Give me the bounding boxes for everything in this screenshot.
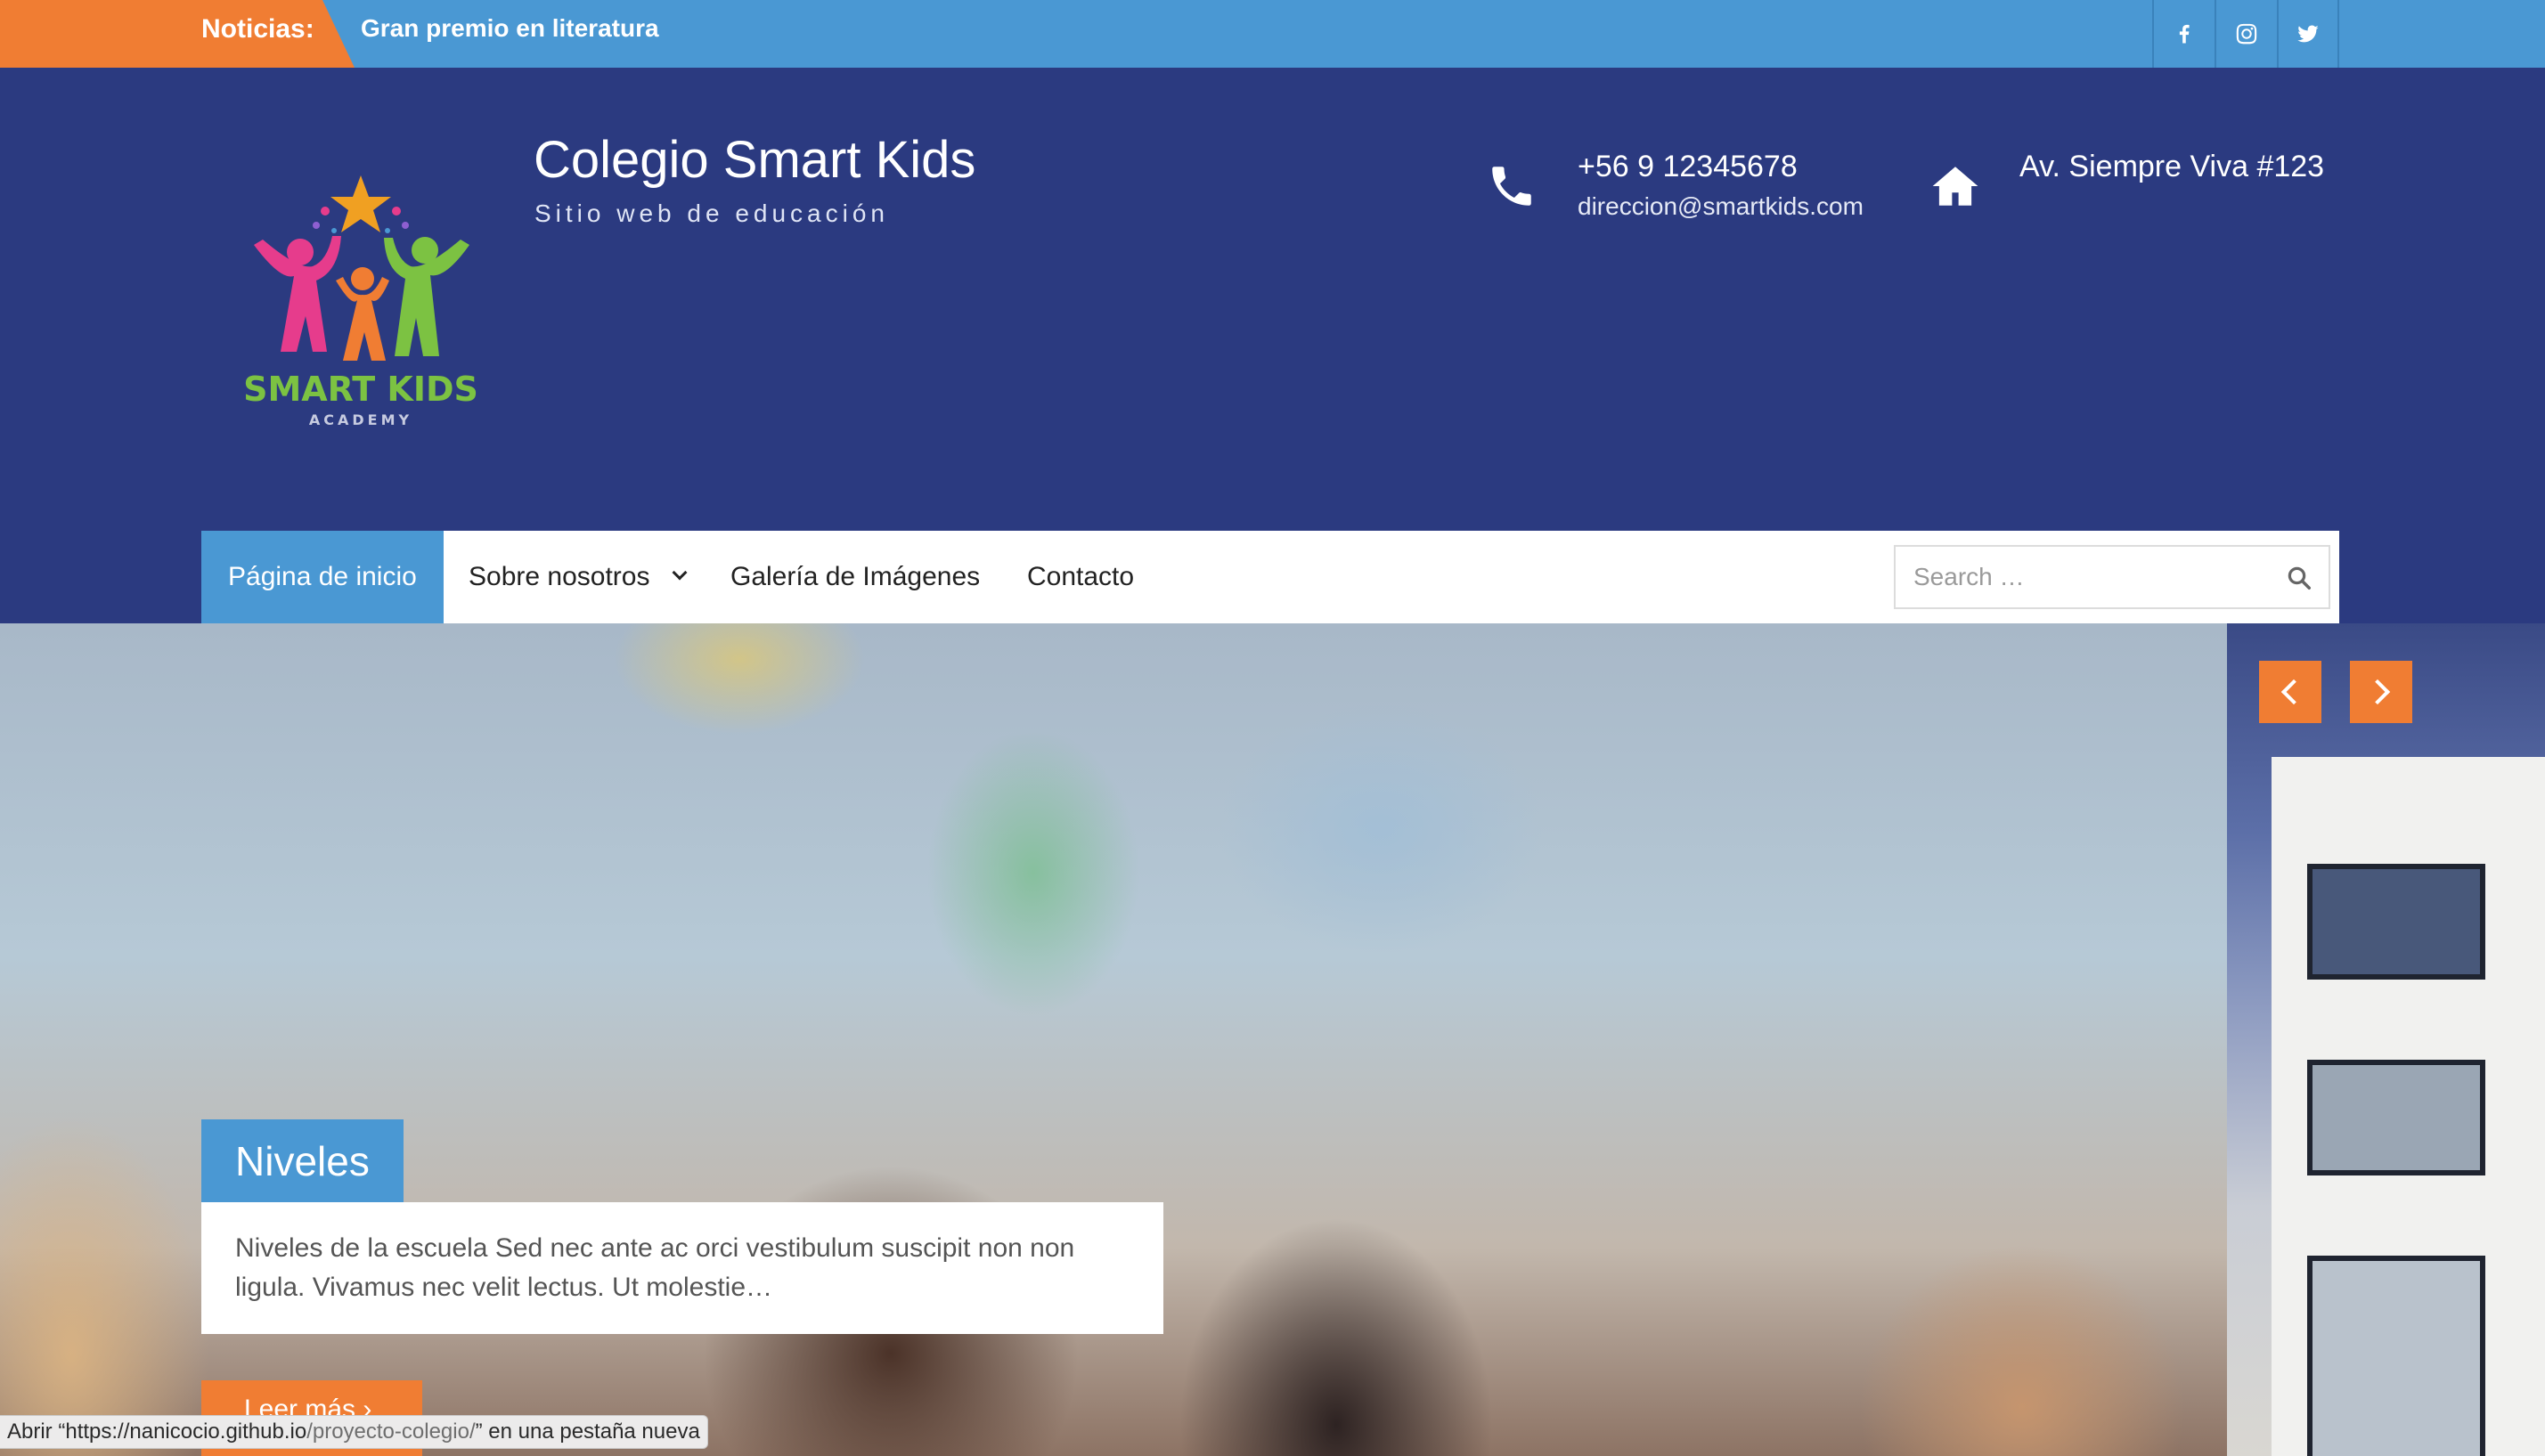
building-image bbox=[2272, 757, 2545, 1456]
next-slide-preview bbox=[2227, 623, 2545, 1456]
instagram-link[interactable] bbox=[2215, 0, 2277, 68]
status-url-path: /proyecto-colegio/ bbox=[306, 1419, 476, 1444]
phone-number: +56 9 12345678 bbox=[1578, 150, 1798, 183]
slide-caption-text: Niveles de la escuela Sed nec ante ac or… bbox=[201, 1202, 1163, 1334]
logo-subtext: ACADEMY bbox=[309, 411, 412, 428]
search-form bbox=[1894, 545, 2330, 609]
nav-item-contact[interactable]: Contacto bbox=[1027, 531, 1134, 623]
nav-item-home[interactable]: Página de inicio bbox=[201, 531, 444, 623]
email-link[interactable]: direccion@smartkids.com bbox=[1578, 192, 1864, 221]
phone-icon bbox=[1486, 160, 1538, 216]
nav-item-label: Galería de Imágenes bbox=[730, 562, 981, 591]
logo-text: SMART KIDS bbox=[243, 370, 478, 409]
home-icon bbox=[1928, 160, 1983, 216]
twitter-link[interactable] bbox=[2277, 0, 2339, 68]
chevron-down-icon bbox=[672, 565, 688, 581]
nav-item-label: Contacto bbox=[1027, 562, 1135, 591]
site-title[interactable]: Colegio Smart Kids bbox=[534, 130, 975, 190]
status-prefix: Abrir “ bbox=[7, 1419, 66, 1444]
top-news-bar: Noticias: Gran premio en literatura bbox=[0, 0, 2545, 68]
news-headline-link[interactable]: Gran premio en literatura bbox=[361, 14, 659, 43]
nav-item-about[interactable]: Sobre nosotros bbox=[469, 531, 688, 623]
facebook-link[interactable] bbox=[2152, 0, 2215, 68]
browser-status-bar: Abrir “ https://nanicocio.github.io /pro… bbox=[0, 1415, 708, 1449]
slide-caption-title: Niveles bbox=[201, 1119, 404, 1202]
nav-item-gallery[interactable]: Galería de Imágenes bbox=[730, 531, 980, 623]
search-input[interactable] bbox=[1896, 547, 2252, 607]
address: Av. Siempre Viva #123 bbox=[2019, 150, 2325, 183]
nav-item-label: Página de inicio bbox=[228, 562, 417, 591]
slider-prev-button[interactable] bbox=[2259, 661, 2321, 723]
twitter-icon bbox=[2297, 25, 2319, 43]
status-url-host: https://nanicocio.github.io bbox=[65, 1419, 307, 1444]
site-tagline: Sitio web de educación bbox=[534, 199, 889, 227]
nav-item-label: Sobre nosotros bbox=[469, 562, 650, 591]
news-label-badge: Noticias: bbox=[0, 0, 355, 68]
search-button[interactable] bbox=[2286, 565, 2313, 591]
facebook-icon bbox=[2179, 24, 2190, 44]
slider-next-button[interactable] bbox=[2350, 661, 2412, 723]
chevron-right-icon bbox=[2364, 679, 2391, 705]
main-navigation: Página de inicio Sobre nosotros Galería … bbox=[201, 531, 2339, 623]
chevron-left-icon bbox=[2280, 679, 2307, 705]
search-icon bbox=[2288, 566, 2311, 590]
site-logo[interactable]: SMART KIDS ACADEMY bbox=[227, 174, 494, 432]
news-label: Noticias: bbox=[201, 14, 314, 44]
status-suffix: ” en una pestaña nueva bbox=[475, 1419, 700, 1444]
instagram-icon bbox=[2236, 23, 2257, 45]
